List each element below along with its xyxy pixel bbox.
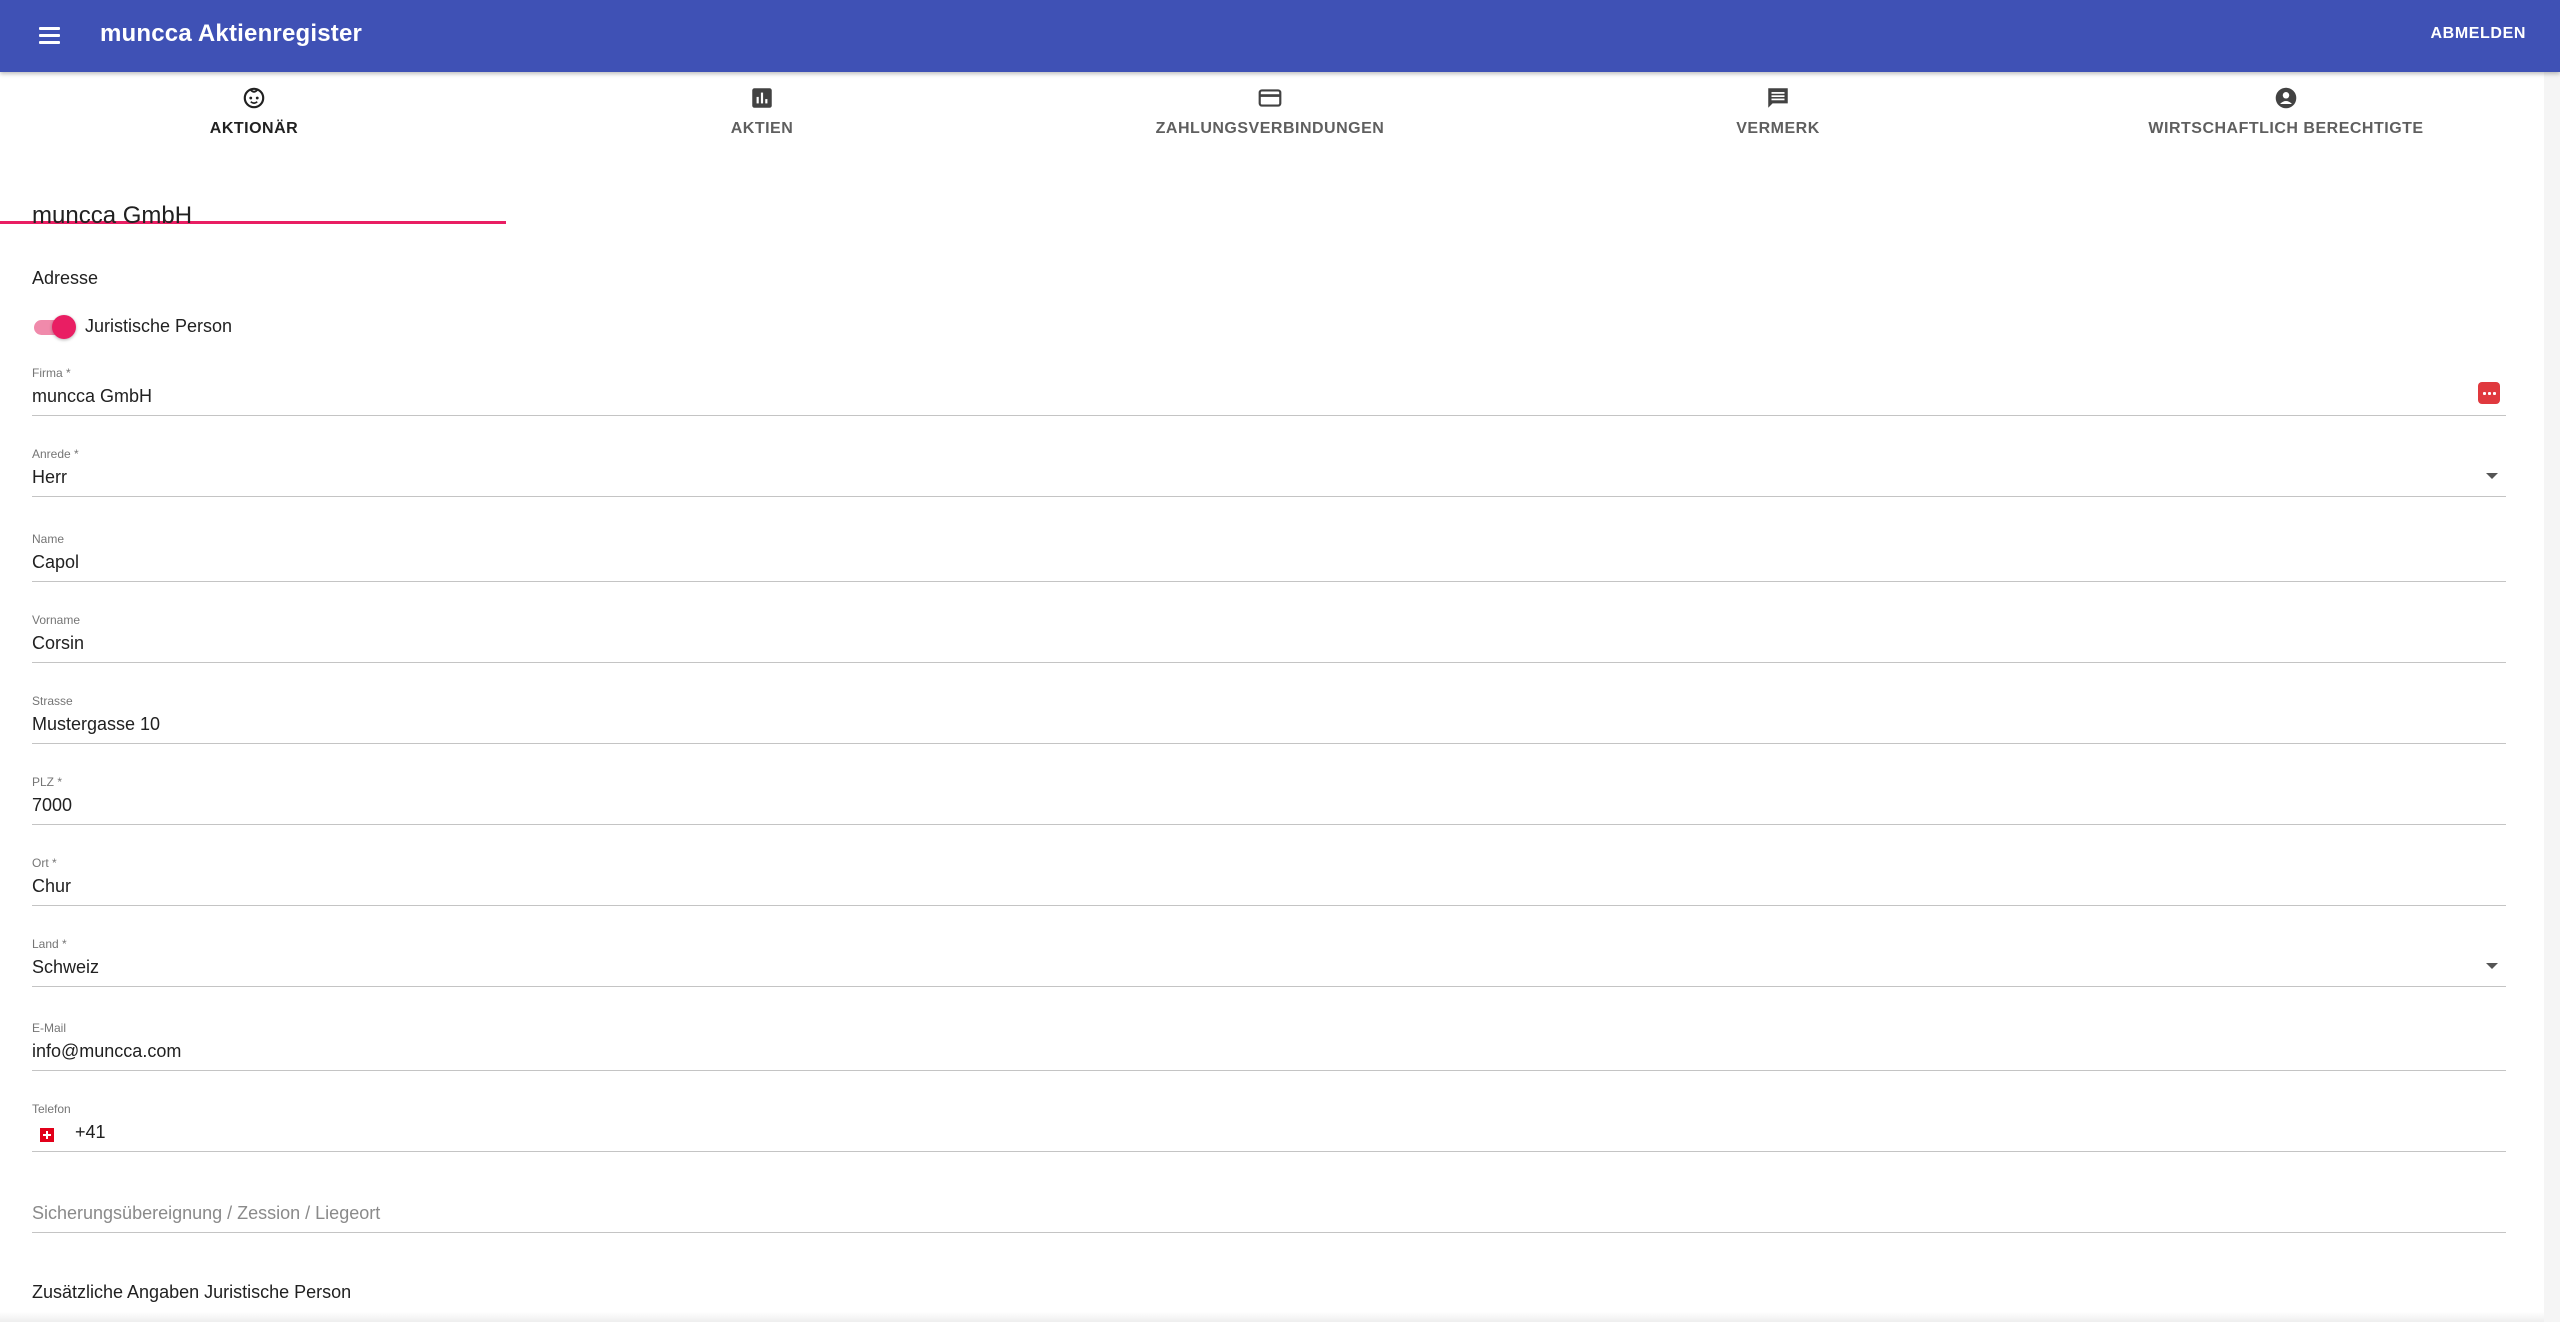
bar-chart-icon: [752, 88, 772, 108]
field-underline: [32, 415, 2506, 416]
ort-input[interactable]: Chur: [32, 874, 2432, 898]
field-label: Vorname: [32, 613, 81, 627]
legal-person-toggle[interactable]: [32, 312, 82, 342]
scrollbar[interactable]: [2544, 72, 2560, 1322]
field-label: Name: [32, 532, 65, 546]
field-underline: [32, 905, 2506, 906]
field-label: E-Mail: [32, 1021, 67, 1035]
child-face-icon: [243, 87, 265, 109]
strasse-field[interactable]: Strasse Mustergasse 10: [32, 694, 2506, 750]
more-horiz-icon[interactable]: [2478, 382, 2500, 404]
land-selected-value[interactable]: Schweiz: [32, 955, 2432, 979]
swiss-flag-icon[interactable]: [40, 1128, 54, 1142]
field-label: Telefon: [32, 1102, 71, 1116]
plz-field[interactable]: PLZ * 7000: [32, 775, 2506, 831]
dropdown-arrow-icon[interactable]: [2486, 963, 2498, 969]
strasse-input[interactable]: Mustergasse 10: [32, 712, 2432, 736]
email-input[interactable]: info@muncca.com: [32, 1039, 2432, 1063]
field-label: Firma *: [32, 366, 71, 380]
vorname-field[interactable]: Vorname Corsin: [32, 613, 2506, 669]
tab-label: AKTIONÄR: [209, 120, 299, 137]
anrede-select[interactable]: Anrede * Herr: [32, 447, 2506, 503]
field-underline: [32, 1232, 2506, 1233]
tab-label: ZAHLUNGSVERBINDUNGEN: [1155, 120, 1385, 137]
tab-aktien[interactable]: AKTIEN: [508, 72, 1016, 152]
bottom-shadow: [0, 1312, 2544, 1322]
legal-person-toggle-label: Juristische Person: [85, 316, 233, 336]
field-label: Land *: [32, 937, 67, 951]
field-underline: [32, 581, 2506, 582]
tab-bar: AKTIONÄR AKTIEN ZAHLUNGSVERBINDUNGEN VER…: [0, 72, 2544, 224]
field-underline: [32, 496, 2506, 497]
section-heading-additional: Zusätzliche Angaben Juristische Person: [32, 1282, 352, 1302]
field-underline: [32, 824, 2506, 825]
field-label: Anrede *: [32, 447, 79, 461]
plz-input[interactable]: 7000: [32, 793, 2432, 817]
firma-input[interactable]: muncca GmbH: [32, 384, 2432, 408]
name-input[interactable]: Capol: [32, 550, 2432, 574]
firma-field[interactable]: Firma * muncca GmbH: [32, 366, 2506, 422]
field-label: Strasse: [32, 694, 73, 708]
vorname-input[interactable]: Corsin: [32, 631, 2432, 655]
telefon-input[interactable]: +41: [75, 1120, 2375, 1144]
field-underline: [32, 662, 2506, 663]
dropdown-arrow-icon[interactable]: [2486, 473, 2498, 479]
tab-zahlungsverbindungen[interactable]: ZAHLUNGSVERBINDUNGEN: [1016, 72, 1524, 152]
anrede-selected-value[interactable]: Herr: [32, 465, 2432, 489]
field-underline: [32, 1151, 2506, 1152]
tab-label: VERMERK: [1736, 120, 1820, 137]
page-title: muncca GmbH: [32, 202, 193, 229]
tab-label: WIRTSCHAFTLICH BERECHTIGTE: [2148, 120, 2424, 137]
tab-aktionaer[interactable]: AKTIONÄR: [0, 72, 508, 152]
app-title: muncca Aktienregister: [100, 20, 363, 47]
tab-wirtschaftlich-berechtigte[interactable]: WIRTSCHAFTLICH BERECHTIGTE: [2032, 72, 2540, 152]
account-circle-icon: [2275, 87, 2297, 109]
credit-card-icon: [1258, 89, 1282, 107]
field-underline: [32, 1070, 2506, 1071]
field-label: PLZ *: [32, 775, 63, 789]
field-underline: [32, 986, 2506, 987]
land-select[interactable]: Land * Schweiz: [32, 937, 2506, 993]
app-bar: muncca Aktienregister ABMELDEN: [0, 0, 2560, 72]
toggle-thumb: [52, 315, 76, 339]
field-label: Ort *: [32, 856, 57, 870]
section-heading-adresse: Adresse: [32, 268, 99, 288]
sicherung-input[interactable]: Sicherungsübereignung / Zession / Liegeo…: [32, 1201, 380, 1225]
comment-icon: [1768, 88, 1788, 108]
email-field[interactable]: E-Mail info@muncca.com: [32, 1021, 2506, 1077]
ort-field[interactable]: Ort * Chur: [32, 856, 2506, 912]
name-field[interactable]: Name Capol: [32, 532, 2506, 588]
logout-button[interactable]: ABMELDEN: [2431, 25, 2526, 43]
sicherung-field[interactable]: Sicherungsübereignung / Zession / Liegeo…: [32, 1183, 2506, 1239]
field-underline: [32, 743, 2506, 744]
tab-vermerk[interactable]: VERMERK: [1524, 72, 2032, 152]
menu-icon[interactable]: [36, 22, 64, 50]
tab-label: AKTIEN: [730, 120, 794, 137]
telefon-field[interactable]: Telefon +41: [32, 1102, 2506, 1158]
